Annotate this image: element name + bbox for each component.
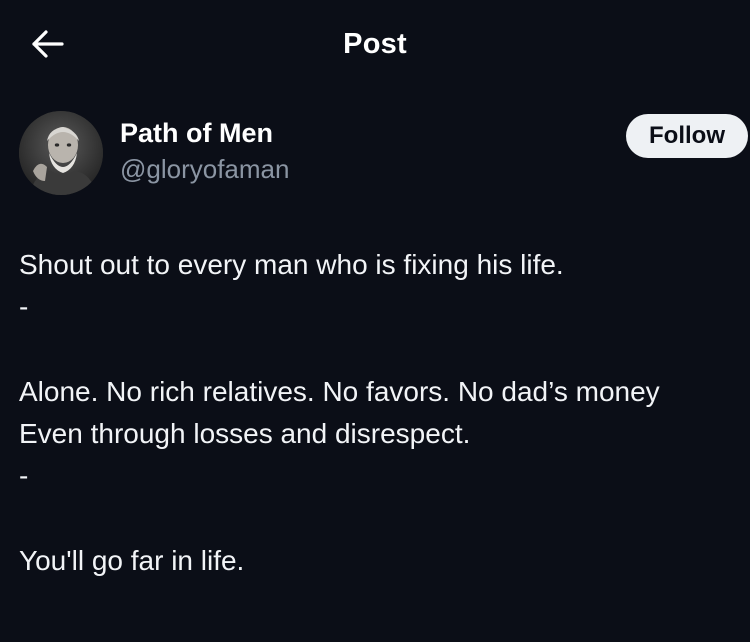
post-line: You'll go far in life. (19, 545, 245, 576)
avatar[interactable] (19, 111, 103, 195)
post-line: - (19, 460, 29, 491)
page-title: Post (343, 28, 407, 60)
follow-button[interactable]: Follow (626, 114, 748, 158)
post-screen: Post Path of Men @gloryofaman Follow Sho… (0, 0, 750, 642)
author-display-name[interactable]: Path of Men (120, 118, 273, 149)
post-gap (19, 328, 750, 371)
post-gap (19, 497, 750, 540)
post-line: Alone. No rich relatives. No favors. No … (19, 376, 660, 407)
author-handle[interactable]: @gloryofaman (120, 154, 289, 185)
post-line: Shout out to every man who is fixing his… (19, 249, 564, 280)
post-line: - (19, 291, 29, 322)
post-line: Even through losses and disrespect. (19, 418, 471, 449)
post-text: Shout out to every man who is fixing his… (19, 244, 750, 582)
